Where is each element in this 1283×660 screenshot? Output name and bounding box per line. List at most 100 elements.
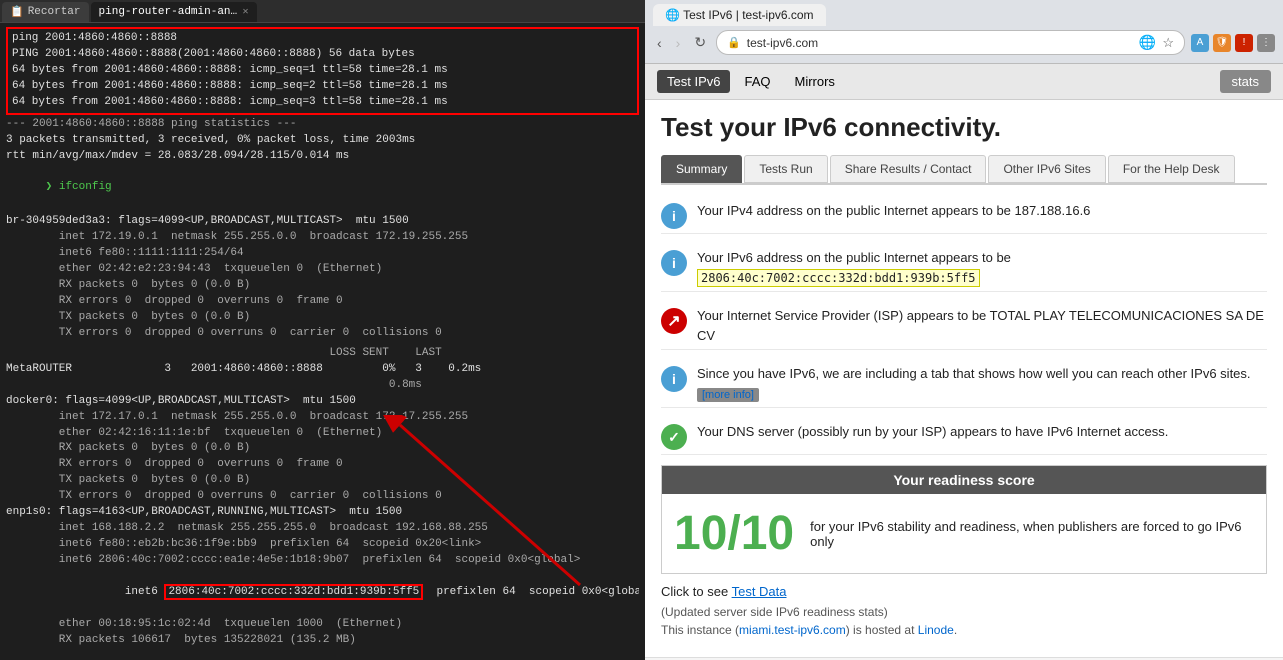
browser-chrome: 🌐 Test IPv6 | test-ipv6.com ‹ › ↻ 🔒 test… <box>645 0 1283 64</box>
ext-icon-1[interactable]: A <box>1191 34 1209 52</box>
info-icon-isp: ↗ <box>661 308 687 334</box>
prompt-ifconfig: ❯ ifconfig <box>6 165 639 213</box>
ext-icon-2[interactable]: 🛡 <box>1213 34 1231 52</box>
terminal-tab-active[interactable]: ping-router-admin-anuncio-700... ✕ <box>91 2 257 22</box>
docker0-txp: TX packets 0 bytes 0 (0.0 B) <box>6 473 639 489</box>
docker0-ether: ether 02:42:16:11:1e:bf txqueuelen 0 (Et… <box>6 426 639 442</box>
ipv6-address-highlight: 2806:40c:7002:cccc:332d:bdd1:939b:5ff5 <box>697 269 980 287</box>
enp1s0-ether: ether 00:18:95:1c:02:4d txqueuelen 1000 … <box>6 617 639 633</box>
stats-line: --- 2001:4860:4860::8888 ping statistics… <box>6 117 639 133</box>
updated-line: (Updated server side IPv6 readiness stat… <box>661 605 1267 619</box>
site-nav: Test IPv6 FAQ Mirrors stats <box>645 64 1283 100</box>
tab-share-results[interactable]: Share Results / Contact <box>830 155 987 183</box>
tab-tests-run[interactable]: Tests Run <box>744 155 827 183</box>
extension-icons: A 🛡 ! ⋮ <box>1191 34 1275 52</box>
browser-tabs-row: 🌐 Test IPv6 | test-ipv6.com <box>653 4 1275 26</box>
info-text-ipv6-tab: Since you have IPv6, we are including a … <box>697 364 1267 403</box>
test-data-line: Click to see Test Data <box>661 584 1267 599</box>
enp1s0-inet: inet 168.188.2.2 netmask 255.255.255.0 b… <box>6 521 639 537</box>
iface-br-txp: TX packets 0 bytes 0 (0.0 B) <box>6 310 639 326</box>
docker0-txe: TX errors 0 dropped 0 overruns 0 carrier… <box>6 489 639 505</box>
info-text-dns: Your DNS server (possibly run by your IS… <box>697 422 1168 442</box>
hosted-line: This instance (miami.test-ipv6.com) is h… <box>661 623 1267 637</box>
browser-tab-testipv6[interactable]: 🌐 Test IPv6 | test-ipv6.com <box>653 4 826 26</box>
info-row-ipv6-tab: i Since you have IPv6, we are including … <box>661 360 1267 408</box>
forward-button[interactable]: › <box>672 33 685 53</box>
rtt-line: rtt min/avg/max/mdev = 28.083/28.094/28.… <box>6 149 639 165</box>
iface-br-inet6: inet6 fe80::1111:1111:254/64 <box>6 246 639 262</box>
enp1s0-rxp: RX packets 106617 bytes 135228021 (135.2… <box>6 633 639 649</box>
url-text: test-ipv6.com <box>747 36 1133 50</box>
readiness-header: Your readiness score <box>662 466 1266 494</box>
terminal-content: ping 2001:4860:4860::8888 PING 2001:4860… <box>0 23 645 655</box>
enp1s0-inet6-global1: inet6 2806:40c:7002:cccc:ea1e:4e5e:1b18:… <box>6 553 639 569</box>
info-row-ipv4: i Your IPv4 address on the public Intern… <box>661 197 1267 234</box>
info-icon-dns: ✓ <box>661 424 687 450</box>
table-row-1: MetaROUTER 3 2001:4860:4860::8888 0% 3 0… <box>6 362 639 378</box>
address-bar[interactable]: 🔒 test-ipv6.com 🌐 ☆ <box>716 30 1185 55</box>
result-tabs: Summary Tests Run Share Results / Contac… <box>661 155 1267 185</box>
nav-link-mirrors[interactable]: Mirrors <box>784 70 844 93</box>
site-main: Test your IPv6 connectivity. Summary Tes… <box>645 100 1283 657</box>
bookmark-icon[interactable]: ☆ <box>1162 35 1174 51</box>
table-row-blank: 0.8ms <box>6 378 639 394</box>
close-icon[interactable]: ✕ <box>243 6 249 18</box>
translate-icon[interactable]: 🌐 <box>1139 34 1156 51</box>
readiness-section: Your readiness score 10/10 for your IPv6… <box>661 465 1267 574</box>
tab-summary[interactable]: Summary <box>661 155 742 183</box>
iface-br-inet: inet 172.19.0.1 netmask 255.255.0.0 broa… <box>6 230 639 246</box>
ext-icon-3[interactable]: ! <box>1235 34 1253 52</box>
info-text-ipv4: Your IPv4 address on the public Internet… <box>697 201 1090 221</box>
info-text-isp: Your Internet Service Provider (ISP) app… <box>697 306 1267 345</box>
ping-reply-3: 64 bytes from 2001:4860:4860::8888: icmp… <box>12 95 633 111</box>
tab-other-ipv6[interactable]: Other IPv6 Sites <box>988 155 1105 183</box>
ping-header-line: PING 2001:4860:4860::8888(2001:4860:4860… <box>12 47 633 63</box>
docker0-header: docker0: flags=4099<UP,BROADCAST,MULTICA… <box>6 394 639 410</box>
browser-nav-row: ‹ › ↻ 🔒 test-ipv6.com 🌐 ☆ A 🛡 ! ⋮ <box>653 30 1275 55</box>
info-icon-ipv6-tab: i <box>661 366 687 392</box>
ping-output-box: ping 2001:4860:4860::8888 PING 2001:4860… <box>6 27 639 115</box>
lock-icon: 🔒 <box>727 36 741 49</box>
packets-line: 3 packets transmitted, 3 received, 0% pa… <box>6 133 639 149</box>
enp1s0-inet6-global2-row: inet6 2806:40c:7002:cccc:332d:bdd1:939b:… <box>6 569 639 617</box>
info-icon-ipv6: i <box>661 250 687 276</box>
back-button[interactable]: ‹ <box>653 33 666 53</box>
stats-button[interactable]: stats <box>1220 70 1271 93</box>
docker0-rxe: RX errors 0 dropped 0 overruns 0 frame 0 <box>6 457 639 473</box>
iface-br-txe: TX errors 0 dropped 0 overruns 0 carrier… <box>6 326 639 342</box>
info-icon-ipv4: i <box>661 203 687 229</box>
more-info-button[interactable]: [more info] <box>697 388 759 402</box>
docker0-inet: inet 172.17.0.1 netmask 255.255.0.0 broa… <box>6 410 639 426</box>
ping-reply-2: 64 bytes from 2001:4860:4860::8888: icmp… <box>12 79 633 95</box>
terminal-tab-recortar[interactable]: 📋 Recortar <box>2 2 89 22</box>
ping-cmd-line: ping 2001:4860:4860::8888 <box>12 31 633 47</box>
test-data-link[interactable]: Test Data <box>732 584 787 599</box>
enp1s0-inet6-link: inet6 fe80::eb2b:bc36:1f9e:bb9 prefixlen… <box>6 537 639 553</box>
iface-br-rxp: RX packets 0 bytes 0 (0.0 B) <box>6 278 639 294</box>
terminal-tabs: 📋 Recortar ping-router-admin-anuncio-700… <box>0 0 645 23</box>
nav-link-faq[interactable]: FAQ <box>734 70 780 93</box>
enp1s0-header: enp1s0: flags=4163<UP,BROADCAST,RUNNING,… <box>6 505 639 521</box>
iface-br-header: br-304959ded3a3: flags=4099<UP,BROADCAST… <box>6 214 639 230</box>
highlighted-ipv6: 2806:40c:7002:cccc:332d:bdd1:939b:5ff5 <box>164 584 423 600</box>
info-row-isp: ↗ Your Internet Service Provider (ISP) a… <box>661 302 1267 350</box>
linode-link[interactable]: Linode <box>918 623 954 637</box>
iface-br-rxe: RX errors 0 dropped 0 overruns 0 frame 0 <box>6 294 639 310</box>
browser-content: Test IPv6 FAQ Mirrors stats Test your IP… <box>645 64 1283 660</box>
docker0-rxp: RX packets 0 bytes 0 (0.0 B) <box>6 441 639 457</box>
readiness-description: for your IPv6 stability and readiness, w… <box>810 519 1254 549</box>
ping-reply-1: 64 bytes from 2001:4860:4860::8888: icmp… <box>12 63 633 79</box>
readiness-body: 10/10 for your IPv6 stability and readin… <box>662 494 1266 573</box>
table-addr-header: LOSS SENT LAST <box>6 346 639 362</box>
info-text-ipv6: Your IPv6 address on the public Internet… <box>697 248 1011 287</box>
miami-link[interactable]: miami.test-ipv6.com <box>739 623 846 637</box>
ext-icon-settings[interactable]: ⋮ <box>1257 34 1275 52</box>
page-title: Test your IPv6 connectivity. <box>661 112 1267 143</box>
tab-help-desk[interactable]: For the Help Desk <box>1108 155 1235 183</box>
info-row-dns: ✓ Your DNS server (possibly run by your … <box>661 418 1267 455</box>
nav-link-testipv6[interactable]: Test IPv6 <box>657 70 730 93</box>
readiness-score: 10/10 <box>674 506 794 561</box>
reload-button[interactable]: ↻ <box>690 32 710 53</box>
iface-br-ether: ether 02:42:e2:23:94:43 txqueuelen 0 (Et… <box>6 262 639 278</box>
browser-panel: 🌐 Test IPv6 | test-ipv6.com ‹ › ↻ 🔒 test… <box>645 0 1283 660</box>
